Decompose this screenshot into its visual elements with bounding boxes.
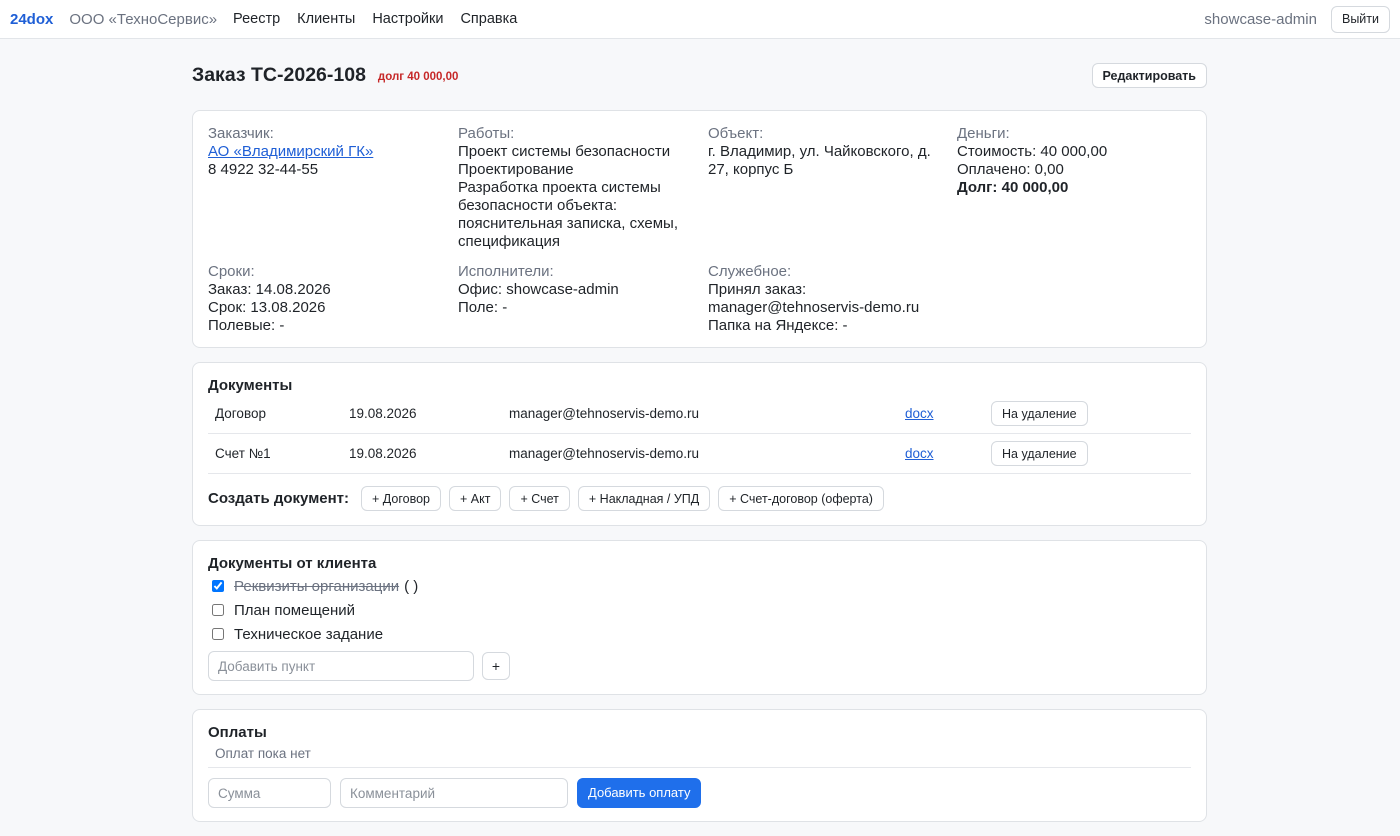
mark-delete-button[interactable]: На удаление (991, 441, 1088, 466)
object-address: г. Владимир, ул. Чайковского, д. 27, кор… (708, 143, 931, 178)
terms-block: Сроки: Заказ: 14.08.2026 Срок: 13.08.202… (208, 263, 458, 335)
terms-field: Полевые: - (208, 317, 285, 334)
customer-label: Заказчик: (208, 125, 274, 142)
money-cost: Стоимость: 40 000,00 (957, 143, 1108, 160)
logout-button[interactable]: Выйти (1330, 5, 1390, 33)
terms-order-date: Заказ: 14.08.2026 (208, 281, 331, 298)
add-payment-button[interactable]: Добавить оплату (577, 778, 702, 808)
doc-download-link[interactable]: docx (905, 446, 991, 461)
main-content: Заказ ТС-2026-108 долг 40 000,00 Редакти… (192, 40, 1207, 836)
service-folder: Папка на Яндексе: - (708, 317, 848, 334)
payments-title: Оплаты (208, 724, 267, 741)
payment-amount-input[interactable] (208, 778, 331, 808)
nav-user-area: showcase-admin Выйти (1204, 5, 1390, 33)
service-block: Служебное: Принял заказ: manager@tehnose… (708, 263, 957, 335)
customer-link[interactable]: АО «Владимирский ГК» (208, 143, 373, 160)
money-paid: Оплачено: 0,00 (957, 161, 1064, 178)
executors-block: Исполнители: Офис: showcase-admin Поле: … (458, 263, 708, 335)
client-documents-title: Документы от клиента (208, 555, 377, 572)
order-info-card: Заказчик: АО «Владимирский ГК» 8 4922 32… (192, 110, 1207, 348)
table-row: Договор 19.08.2026 manager@tehnoservis-d… (208, 394, 1191, 434)
doc-author: manager@tehnoservis-demo.ru (509, 446, 700, 461)
client-doc-label: Реквизиты организации (234, 577, 400, 595)
doc-name: Договор (215, 406, 266, 421)
add-item-row: + (208, 651, 1191, 681)
add-item-button[interactable]: + (482, 652, 510, 680)
works-description: Разработка проекта системы безопасности … (458, 179, 679, 250)
brand-logo[interactable]: 24dox (10, 11, 53, 28)
list-item: Реквизиты организации ( ) (208, 574, 1191, 598)
client-doc-checkbox[interactable] (212, 628, 224, 640)
payments-empty-text: Оплат пока нет (208, 743, 1191, 768)
create-contract-button[interactable]: + Договор (361, 486, 442, 511)
nav-settings[interactable]: Настройки (372, 11, 443, 27)
doc-author: manager@tehnoservis-demo.ru (509, 406, 700, 421)
organization-name: ООО «ТехноСервис» (69, 10, 218, 28)
debt-badge: долг 40 000,00 (377, 70, 459, 83)
add-payment-row: Добавить оплату (208, 778, 1191, 808)
service-email: manager@tehnoservis-demo.ru (708, 299, 920, 316)
client-doc-checkbox[interactable] (212, 580, 224, 592)
order-header: Заказ ТС-2026-108 долг 40 000,00 Редакти… (192, 40, 1207, 110)
customer-block: Заказчик: АО «Владимирский ГК» 8 4922 32… (208, 125, 458, 251)
current-username: showcase-admin (1204, 10, 1317, 28)
executors-label: Исполнители: (458, 263, 554, 280)
works-label: Работы: (458, 125, 515, 142)
nav-help[interactable]: Справка (460, 11, 517, 27)
money-label: Деньги: (957, 125, 1010, 142)
money-debt: Долг: 40 000,00 (957, 179, 1069, 196)
doc-date: 19.08.2026 (349, 446, 417, 461)
works-block: Работы: Проект системы безопасности Прое… (458, 125, 708, 251)
executors-office: Офис: showcase-admin (458, 281, 619, 298)
documents-card: Документы Договор 19.08.2026 manager@teh… (192, 362, 1207, 526)
list-item: План помещений (208, 598, 1191, 622)
top-navbar: 24dox ООО «ТехноСервис» Реестр Клиенты Н… (0, 0, 1400, 39)
payment-comment-input[interactable] (340, 778, 568, 808)
money-block: Деньги: Стоимость: 40 000,00 Оплачено: 0… (957, 125, 1206, 251)
table-row: Счет №1 19.08.2026 manager@tehnoservis-d… (208, 434, 1191, 474)
page-title: Заказ ТС-2026-108 (192, 63, 366, 86)
customer-phone: 8 4922 32-44-55 (208, 161, 319, 178)
object-block: Объект: г. Владимир, ул. Чайковского, д.… (708, 125, 957, 251)
works-type: Проектирование (458, 161, 574, 178)
order-info-grid: Заказчик: АО «Владимирский ГК» 8 4922 32… (208, 125, 1191, 335)
create-document-row: Создать документ: + Договор + Акт + Счет… (208, 486, 1191, 511)
create-invoice-button[interactable]: + Счет (509, 486, 570, 511)
doc-date: 19.08.2026 (349, 406, 417, 421)
object-label: Объект: (708, 125, 764, 142)
terms-due-date: Срок: 13.08.2026 (208, 299, 326, 316)
executors-field: Поле: - (458, 299, 508, 316)
create-document-label: Создать документ: (208, 490, 350, 507)
create-offer-invoice-button[interactable]: + Счет-договор (оферта) (718, 486, 884, 511)
service-label: Служебное: (708, 263, 792, 280)
create-waybill-button[interactable]: + Накладная / УПД (577, 486, 711, 511)
doc-download-link[interactable]: docx (905, 406, 991, 421)
works-title: Проект системы безопасности (458, 143, 671, 160)
nav-clients[interactable]: Клиенты (297, 11, 355, 27)
add-item-input[interactable] (208, 651, 474, 681)
client-doc-suffix: ( ) (404, 577, 419, 595)
create-act-button[interactable]: + Акт (449, 486, 502, 511)
empty-cell (957, 263, 1206, 335)
payments-card: Оплаты Оплат пока нет Добавить оплату (192, 709, 1207, 822)
edit-order-button[interactable]: Редактировать (1091, 63, 1207, 88)
client-doc-label: Техническое задание (234, 625, 384, 643)
list-item: Техническое задание (208, 622, 1191, 646)
service-accepted: Принял заказ: (708, 281, 807, 298)
mark-delete-button[interactable]: На удаление (991, 401, 1088, 426)
client-documents-card: Документы от клиента Реквизиты организац… (192, 540, 1207, 695)
nav-registry[interactable]: Реестр (233, 11, 280, 27)
documents-title: Документы (208, 377, 293, 394)
client-doc-label: План помещений (234, 601, 356, 619)
terms-label: Сроки: (208, 263, 255, 280)
doc-name: Счет №1 (215, 446, 271, 461)
documents-list: Договор 19.08.2026 manager@tehnoservis-d… (208, 394, 1191, 474)
client-doc-checkbox[interactable] (212, 604, 224, 616)
